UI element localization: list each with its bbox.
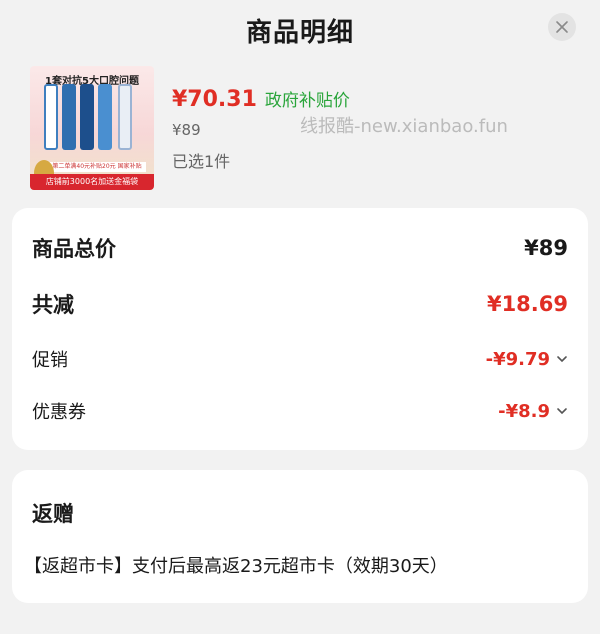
total-price-value: ¥89 bbox=[524, 236, 568, 260]
gift-title: 返赠 bbox=[32, 502, 74, 526]
coupon-row[interactable]: 优惠券 -¥8.9 bbox=[32, 394, 568, 428]
price-breakdown-card: 商品总价 ¥89 共减 ¥18.69 促销 -¥9.79 优惠券 -¥8.9 bbox=[12, 208, 588, 450]
close-icon bbox=[556, 21, 568, 33]
total-price-row: 商品总价 ¥89 bbox=[32, 230, 568, 266]
original-price: ¥89 bbox=[172, 121, 201, 139]
current-price: ¥70.31 bbox=[172, 87, 257, 112]
total-price-label: 商品总价 bbox=[32, 237, 116, 261]
coupon-label: 优惠券 bbox=[32, 402, 86, 423]
product-image-promo: 第二单满40元补贴20元 国家补贴 bbox=[48, 162, 146, 172]
toothpaste-tube bbox=[98, 84, 112, 150]
price-row: ¥70.31 政府补贴价 bbox=[172, 86, 350, 112]
reduction-label: 共减 bbox=[32, 293, 74, 317]
promotion-value: -¥9.79 bbox=[485, 348, 550, 370]
chevron-down-icon bbox=[557, 408, 567, 415]
toothpaste-tube bbox=[80, 84, 94, 150]
promotion-row[interactable]: 促销 -¥9.79 bbox=[32, 342, 568, 376]
reduction-value: ¥18.69 bbox=[486, 292, 568, 316]
close-button[interactable] bbox=[548, 13, 576, 41]
page-title: 商品明细 bbox=[245, 17, 354, 48]
chevron-down-icon bbox=[557, 356, 567, 363]
product-image[interactable]: 1套对抗5大口腔问题 第二单满40元补贴20元 国家补贴 店铺前3000名加送金… bbox=[30, 66, 154, 190]
toothpaste-tube bbox=[62, 84, 76, 150]
header: 商品明细 bbox=[0, 0, 600, 60]
gift-card: 返赠 【返超市卡】支付后最高返23元超市卡（效期30天） bbox=[12, 470, 588, 603]
toothpaste-tube bbox=[118, 84, 132, 150]
toothpaste-tube bbox=[44, 84, 58, 150]
subsidy-label: 政府补贴价 bbox=[264, 91, 350, 111]
coupon-value: -¥8.9 bbox=[498, 400, 550, 422]
promotion-label: 促销 bbox=[32, 350, 68, 371]
product-image-banner: 店铺前3000名加送金福袋 bbox=[30, 174, 154, 190]
gift-description: 【返超市卡】支付后最高返23元超市卡（效期30天） bbox=[24, 556, 448, 577]
watermark: 线报酷-new.xianbao.fun bbox=[300, 116, 508, 137]
reduction-row: 共减 ¥18.69 bbox=[32, 286, 568, 322]
selected-quantity: 已选1件 bbox=[172, 152, 231, 171]
